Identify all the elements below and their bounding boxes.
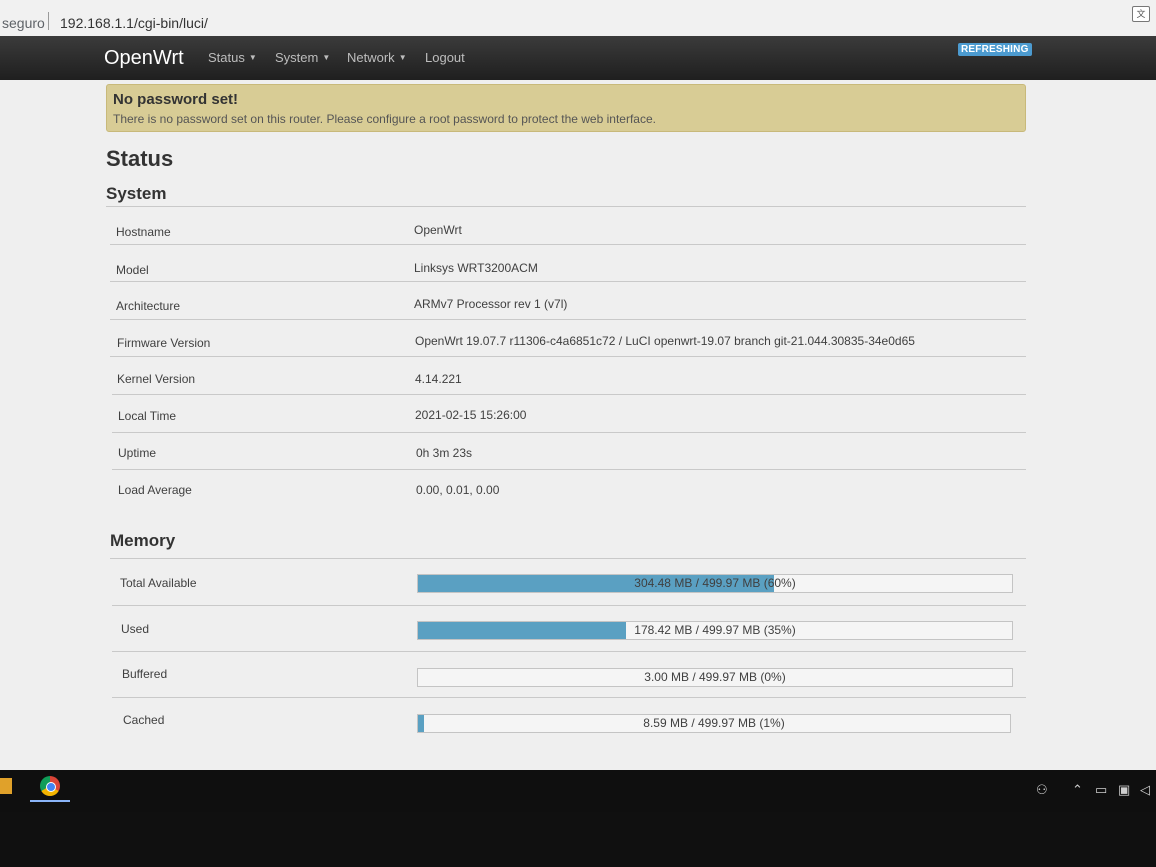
kernel-version-label: Kernel Version — [117, 372, 196, 386]
model-label: Model — [116, 263, 149, 277]
firmware-version-label: Firmware Version — [117, 336, 211, 350]
os-taskbar: ⚇ ⌃ ▭ ▣ ◁ — [0, 770, 1156, 812]
menu-network[interactable]: Network ▼ — [347, 50, 407, 65]
battery-icon[interactable]: ▭ — [1095, 782, 1107, 798]
local-time-value: 2021-02-15 15:26:00 — [415, 408, 527, 422]
used-label: Used — [121, 622, 150, 636]
divider — [112, 605, 1026, 606]
buffered-bar: 3.00 MB / 499.97 MB (0%) — [417, 668, 1013, 687]
used-bar-text: 178.42 MB / 499.97 MB (35%) — [634, 623, 796, 637]
chevron-up-icon[interactable]: ⌃ — [1072, 782, 1083, 798]
caret-down-icon: ▼ — [398, 53, 407, 62]
file-explorer-icon[interactable] — [0, 778, 12, 794]
caret-down-icon: ▼ — [322, 53, 331, 62]
volume-icon[interactable]: ◁ — [1140, 782, 1150, 798]
caret-down-icon: ▼ — [248, 53, 257, 62]
no-password-alert: No password set! There is no password se… — [106, 84, 1026, 132]
menu-network-label: Network — [347, 50, 395, 65]
total-available-bar-text: 304.48 MB / 499.97 MB (60%) — [634, 576, 796, 590]
divider — [112, 394, 1026, 395]
cached-bar: 8.59 MB / 499.97 MB (1%) — [417, 714, 1011, 733]
menu-status-label: Status — [208, 50, 245, 65]
browser-address-bar[interactable]: seguro 192.168.1.1/cgi-bin/luci/ 文 — [0, 0, 1156, 37]
page-title: Status — [106, 146, 174, 171]
divider — [112, 651, 1026, 652]
hostname-label: Hostname — [116, 225, 171, 239]
divider — [112, 469, 1026, 470]
alert-text: There is no password set on this router.… — [113, 112, 656, 126]
menu-system[interactable]: System ▼ — [275, 50, 330, 65]
architecture-label: Architecture — [116, 299, 181, 313]
refreshing-badge[interactable]: REFRESHING — [958, 43, 1032, 56]
architecture-value: ARMv7 Processor rev 1 (v7l) — [414, 297, 568, 311]
divider — [110, 558, 1026, 559]
menu-status[interactable]: Status ▼ — [208, 50, 257, 65]
main-content: No password set! There is no password se… — [0, 80, 1156, 770]
local-time-label: Local Time — [118, 409, 177, 423]
hostname-value: OpenWrt — [414, 223, 462, 237]
load-average-label: Load Average — [118, 483, 192, 497]
divider — [110, 319, 1026, 320]
system-heading: System — [106, 184, 167, 203]
uptime-value: 0h 3m 23s — [416, 446, 473, 460]
cached-label: Cached — [123, 713, 165, 727]
kernel-version-value: 4.14.221 — [415, 372, 462, 386]
memory-heading: Memory — [110, 531, 176, 550]
divider — [112, 432, 1026, 433]
top-navbar: OpenWrt Status ▼ System ▼ Network ▼ Logout … — [0, 36, 1156, 80]
firmware-version-value: OpenWrt 19.07.7 r11306-c4a6851c72 / LuCI… — [415, 334, 915, 348]
model-value: Linksys WRT3200ACM — [414, 261, 538, 275]
translate-icon[interactable]: 文 — [1132, 6, 1150, 22]
screen-bezel — [0, 812, 1156, 867]
divider — [110, 281, 1026, 282]
menu-system-label: System — [275, 50, 319, 65]
total-available-bar: 304.48 MB / 499.97 MB (60%) — [417, 574, 1013, 593]
people-icon[interactable]: ⚇ — [1036, 782, 1048, 798]
load-average-value: 0.00, 0.01, 0.00 — [416, 483, 500, 497]
menu-logout[interactable]: Logout — [425, 50, 465, 65]
total-available-label: Total Available — [120, 576, 197, 590]
brand-logo[interactable]: OpenWrt — [104, 47, 184, 70]
divider — [110, 356, 1026, 357]
security-indicator[interactable]: seguro — [2, 15, 45, 31]
buffered-label: Buffered — [122, 667, 168, 681]
uptime-label: Uptime — [118, 446, 157, 460]
divider — [110, 244, 1026, 245]
address-separator — [48, 12, 49, 30]
buffered-bar-text: 3.00 MB / 499.97 MB (0%) — [644, 670, 786, 684]
network-icon[interactable]: ▣ — [1118, 782, 1130, 798]
cached-bar-text: 8.59 MB / 499.97 MB (1%) — [643, 716, 785, 730]
divider — [112, 697, 1026, 698]
active-app-indicator — [30, 800, 70, 802]
chrome-icon[interactable] — [40, 776, 60, 796]
divider — [106, 206, 1026, 207]
alert-title: No password set! — [113, 91, 239, 108]
url-text[interactable]: 192.168.1.1/cgi-bin/luci/ — [60, 15, 208, 31]
used-bar: 178.42 MB / 499.97 MB (35%) — [417, 621, 1013, 640]
